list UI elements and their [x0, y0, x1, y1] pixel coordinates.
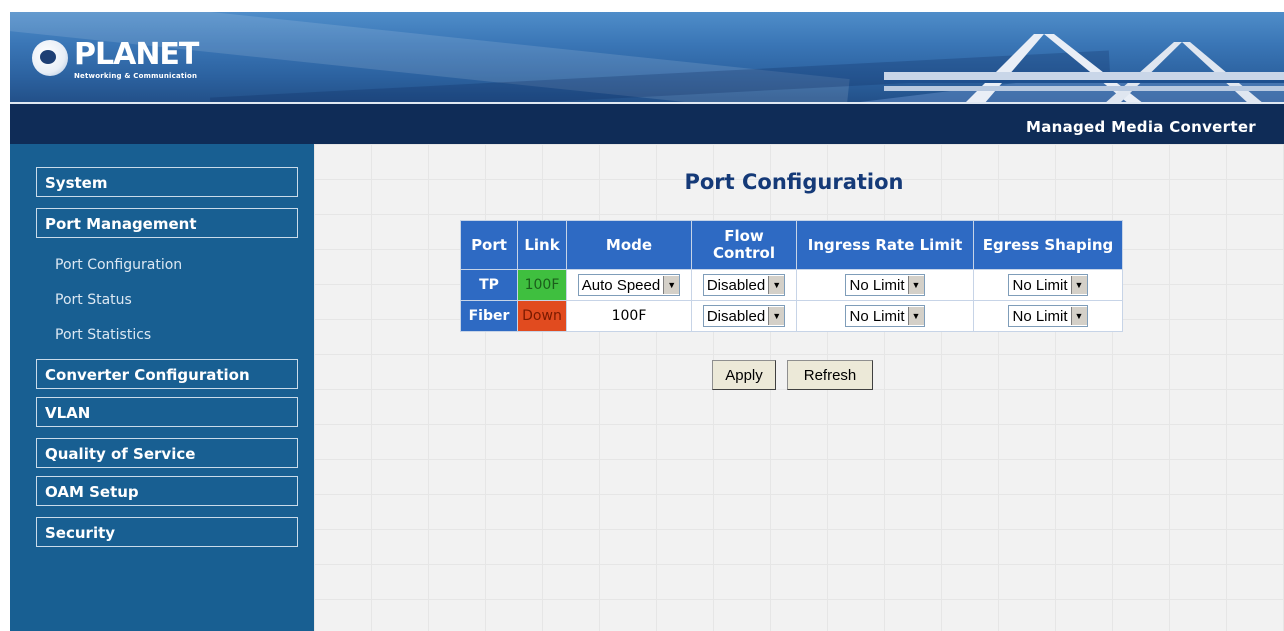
link-status: Down	[517, 300, 567, 332]
port-config-table: Port Link Mode Flow Control Ingress Rate …	[460, 220, 1123, 332]
link-status: 100F	[517, 269, 567, 301]
flow-control-select[interactable]: Disabled ▼	[702, 274, 786, 296]
sidebar-item-oam-setup[interactable]: OAM Setup	[36, 476, 298, 506]
sidebar-item-quality-of-service[interactable]: Quality of Service	[36, 438, 298, 468]
main-content: Port Configuration Port Link Mode Flow Co…	[314, 144, 1284, 631]
sidebar-item-converter-configuration[interactable]: Converter Configuration	[36, 359, 298, 389]
sidebar-item-system[interactable]: System	[36, 167, 298, 197]
col-header-flow-control: Flow Control	[691, 220, 797, 270]
globe-icon	[32, 40, 68, 76]
page-title: Port Configuration	[684, 170, 904, 194]
header-banner: PLANET Networking & Communication	[10, 12, 1284, 104]
sidebar-item-security[interactable]: Security	[36, 517, 298, 547]
sidebar-item-port-management[interactable]: Port Management	[36, 208, 298, 238]
brand-tagline: Networking & Communication	[74, 72, 198, 80]
table-row: Fiber Down 100F Disabled ▼ No Limit ▼ No…	[460, 300, 1123, 332]
flow-control-select[interactable]: Disabled ▼	[702, 305, 786, 327]
col-header-ingress-rate-limit: Ingress Rate Limit	[796, 220, 974, 270]
apply-button[interactable]: Apply	[712, 360, 776, 390]
planet-logo: PLANET Networking & Communication	[32, 37, 199, 80]
egress-shaping-select[interactable]: No Limit ▼	[1008, 274, 1088, 296]
mode-select[interactable]: Auto Speed ▼	[577, 274, 681, 296]
sidebar: System Port Management Port Configuratio…	[10, 144, 314, 631]
triangle-down-icon[interactable]: ▼	[1070, 276, 1087, 294]
egress-shaping-select[interactable]: No Limit ▼	[1008, 305, 1088, 327]
sidebar-subitem-port-configuration[interactable]: Port Configuration	[55, 257, 182, 273]
col-header-mode: Mode	[566, 220, 692, 270]
sidebar-subitem-port-statistics[interactable]: Port Statistics	[55, 327, 151, 343]
col-header-egress-shaping: Egress Shaping	[973, 220, 1123, 270]
triangle-down-icon[interactable]: ▼	[768, 276, 785, 294]
mode-value: 100F	[566, 300, 692, 332]
table-header-row: Port Link Mode Flow Control Ingress Rate …	[460, 220, 1123, 270]
col-header-port: Port	[460, 220, 518, 270]
bridge-graphic-icon	[844, 34, 1284, 104]
port-name: TP	[460, 269, 518, 301]
triangle-down-icon[interactable]: ▼	[663, 276, 680, 294]
ingress-rate-select[interactable]: No Limit ▼	[845, 305, 925, 327]
refresh-button[interactable]: Refresh	[787, 360, 873, 390]
port-name: Fiber	[460, 300, 518, 332]
brand-name: PLANET	[74, 37, 199, 72]
title-bar: Managed Media Converter	[10, 104, 1284, 144]
table-row: TP 100F Auto Speed ▼ Disabled ▼ No Limit…	[460, 269, 1123, 301]
col-header-link: Link	[517, 220, 567, 270]
triangle-down-icon[interactable]: ▼	[907, 276, 924, 294]
triangle-down-icon[interactable]: ▼	[907, 307, 924, 325]
sidebar-subitem-port-status[interactable]: Port Status	[55, 292, 132, 308]
triangle-down-icon[interactable]: ▼	[768, 307, 785, 325]
ingress-rate-select[interactable]: No Limit ▼	[845, 274, 925, 296]
triangle-down-icon[interactable]: ▼	[1070, 307, 1087, 325]
product-name: Managed Media Converter	[1025, 118, 1256, 136]
sidebar-item-vlan[interactable]: VLAN	[36, 397, 298, 427]
